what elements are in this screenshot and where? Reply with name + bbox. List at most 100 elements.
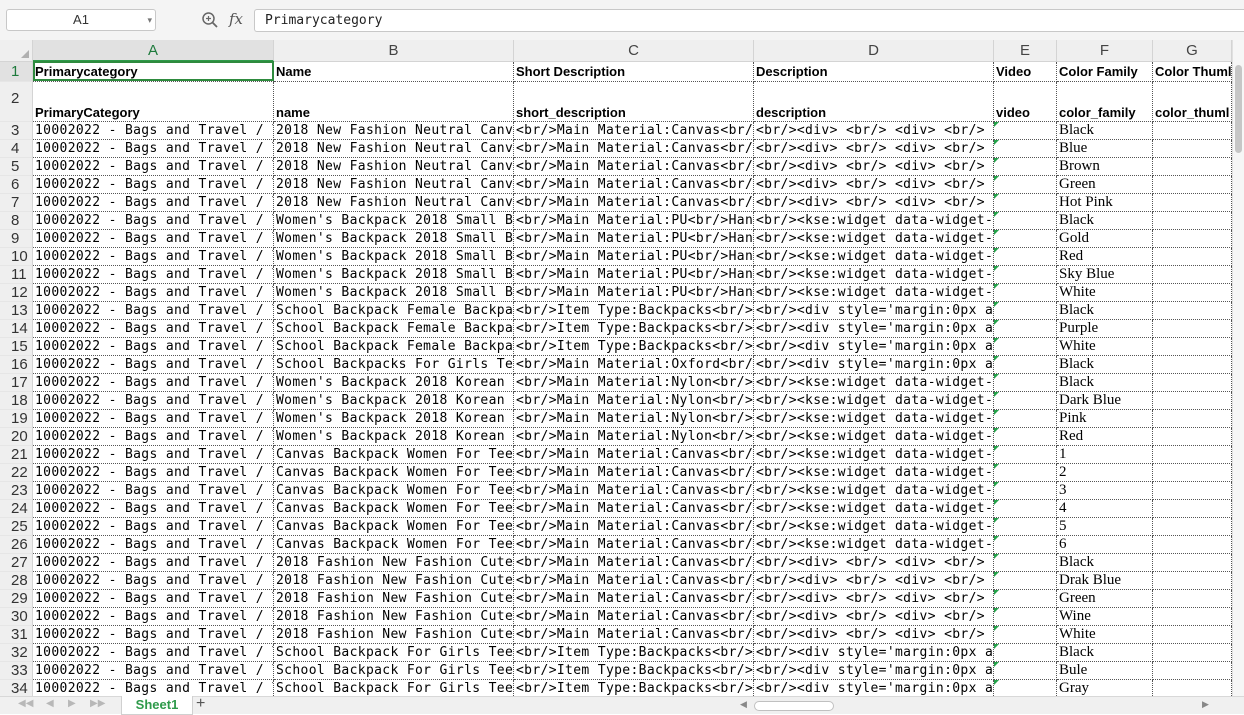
- cell-a23[interactable]: 10002022 - Bags and Travel / T: [33, 482, 274, 500]
- cell-e29[interactable]: [994, 590, 1057, 608]
- cell-g21[interactable]: [1153, 446, 1232, 464]
- cell-f30[interactable]: Wine: [1057, 608, 1153, 626]
- cell-b2[interactable]: name: [274, 82, 514, 122]
- cell-c5[interactable]: <br/>Main Material:Canvas<br/>: [514, 158, 754, 176]
- cell-c22[interactable]: <br/>Main Material:Canvas<br/>: [514, 464, 754, 482]
- row-header-26[interactable]: 26: [0, 536, 33, 554]
- cell-b17[interactable]: Women's Backpack 2018 Korean F: [274, 374, 514, 392]
- cell-f18[interactable]: Dark Blue: [1057, 392, 1153, 410]
- row-header-28[interactable]: 28: [0, 572, 33, 590]
- cell-f19[interactable]: Pink: [1057, 410, 1153, 428]
- row-header-3[interactable]: 3: [0, 122, 33, 140]
- row-header-8[interactable]: 8: [0, 212, 33, 230]
- cell-f7[interactable]: Hot Pink: [1057, 194, 1153, 212]
- row-header-24[interactable]: 24: [0, 500, 33, 518]
- cell-a19[interactable]: 10002022 - Bags and Travel / T: [33, 410, 274, 428]
- cell-a25[interactable]: 10002022 - Bags and Travel / T: [33, 518, 274, 536]
- cell-c13[interactable]: <br/>Item Type:Backpacks<br/>M: [514, 302, 754, 320]
- cell-e15[interactable]: [994, 338, 1057, 356]
- row-header-25[interactable]: 25: [0, 518, 33, 536]
- cell-d2[interactable]: description: [754, 82, 994, 122]
- cell-c15[interactable]: <br/>Item Type:Backpacks<br/>M: [514, 338, 754, 356]
- column-header-f[interactable]: F: [1057, 40, 1153, 62]
- cell-d5[interactable]: <br/><div> <br/> <div> <br/>: [754, 158, 994, 176]
- cell-f16[interactable]: Black: [1057, 356, 1153, 374]
- cell-g3[interactable]: [1153, 122, 1232, 140]
- cell-d24[interactable]: <br/><kse:widget data-widget-t: [754, 500, 994, 518]
- cell-a18[interactable]: 10002022 - Bags and Travel / T: [33, 392, 274, 410]
- cell-a17[interactable]: 10002022 - Bags and Travel / T: [33, 374, 274, 392]
- cell-g33[interactable]: [1153, 662, 1232, 680]
- cell-a28[interactable]: 10002022 - Bags and Travel / T: [33, 572, 274, 590]
- row-header-11[interactable]: 11: [0, 266, 33, 284]
- cell-d34[interactable]: <br/><div style='margin:0px au: [754, 680, 994, 696]
- scroll-right-icon[interactable]: ▶: [1202, 699, 1209, 710]
- cell-a9[interactable]: 10002022 - Bags and Travel / T: [33, 230, 274, 248]
- row-header-16[interactable]: 16: [0, 356, 33, 374]
- cell-d9[interactable]: <br/><kse:widget data-widget-t: [754, 230, 994, 248]
- cell-c6[interactable]: <br/>Main Material:Canvas<br/>: [514, 176, 754, 194]
- cell-c20[interactable]: <br/>Main Material:Nylon<br/>D: [514, 428, 754, 446]
- row-header-29[interactable]: 29: [0, 590, 33, 608]
- cell-d26[interactable]: <br/><kse:widget data-widget-t: [754, 536, 994, 554]
- cell-e25[interactable]: [994, 518, 1057, 536]
- cell-d20[interactable]: <br/><kse:widget data-widget-t: [754, 428, 994, 446]
- cell-g24[interactable]: [1153, 500, 1232, 518]
- cell-e19[interactable]: [994, 410, 1057, 428]
- cell-b33[interactable]: School Backpack For Girls Teen: [274, 662, 514, 680]
- cell-f10[interactable]: Red: [1057, 248, 1153, 266]
- cell-a13[interactable]: 10002022 - Bags and Travel / T: [33, 302, 274, 320]
- cell-a27[interactable]: 10002022 - Bags and Travel / T: [33, 554, 274, 572]
- cell-c7[interactable]: <br/>Main Material:Canvas<br/>: [514, 194, 754, 212]
- cell-c2[interactable]: short_description: [514, 82, 754, 122]
- cell-c3[interactable]: <br/>Main Material:Canvas<br/>: [514, 122, 754, 140]
- cell-d15[interactable]: <br/><div style='margin:0px au: [754, 338, 994, 356]
- cell-a30[interactable]: 10002022 - Bags and Travel / T: [33, 608, 274, 626]
- horizontal-scroll-thumb[interactable]: [754, 701, 834, 711]
- cell-e22[interactable]: [994, 464, 1057, 482]
- first-sheet-icon[interactable]: ◀◀: [18, 698, 33, 709]
- cell-c24[interactable]: <br/>Main Material:Canvas<br/>: [514, 500, 754, 518]
- cell-b14[interactable]: School Backpack Female Backpac: [274, 320, 514, 338]
- cell-d11[interactable]: <br/><kse:widget data-widget-t: [754, 266, 994, 284]
- row-header-12[interactable]: 12: [0, 284, 33, 302]
- cell-g9[interactable]: [1153, 230, 1232, 248]
- vertical-scrollbar[interactable]: [1232, 40, 1244, 696]
- cell-d6[interactable]: <br/><div> <br/> <div> <br/>: [754, 176, 994, 194]
- cell-g31[interactable]: [1153, 626, 1232, 644]
- cell-c26[interactable]: <br/>Main Material:Canvas<br/>: [514, 536, 754, 554]
- cell-g29[interactable]: [1153, 590, 1232, 608]
- cell-b31[interactable]: 2018 Fashion New Fashion Cute: [274, 626, 514, 644]
- cell-e31[interactable]: [994, 626, 1057, 644]
- cell-e4[interactable]: [994, 140, 1057, 158]
- cell-a1[interactable]: Primarycategory: [33, 62, 274, 82]
- cell-e27[interactable]: [994, 554, 1057, 572]
- cell-b9[interactable]: Women's Backpack 2018 Small Ba: [274, 230, 514, 248]
- cell-b28[interactable]: 2018 Fashion New Fashion Cute: [274, 572, 514, 590]
- cell-e32[interactable]: [994, 644, 1057, 662]
- row-header-15[interactable]: 15: [0, 338, 33, 356]
- cell-c4[interactable]: <br/>Main Material:Canvas<br/>: [514, 140, 754, 158]
- cell-b27[interactable]: 2018 Fashion New Fashion Cute: [274, 554, 514, 572]
- cell-e12[interactable]: [994, 284, 1057, 302]
- cell-d3[interactable]: <br/><div> <br/> <div> <br/>: [754, 122, 994, 140]
- cell-e1[interactable]: Video: [994, 62, 1057, 82]
- cell-f26[interactable]: 6: [1057, 536, 1153, 554]
- cell-d21[interactable]: <br/><kse:widget data-widget-t: [754, 446, 994, 464]
- cell-f22[interactable]: 2: [1057, 464, 1153, 482]
- cell-a14[interactable]: 10002022 - Bags and Travel / T: [33, 320, 274, 338]
- column-header-c[interactable]: C: [514, 40, 754, 62]
- next-sheet-icon[interactable]: ▶: [68, 698, 76, 709]
- cell-f32[interactable]: Black: [1057, 644, 1153, 662]
- cell-f6[interactable]: Green: [1057, 176, 1153, 194]
- cell-f34[interactable]: Gray: [1057, 680, 1153, 696]
- cell-b10[interactable]: Women's Backpack 2018 Small Ba: [274, 248, 514, 266]
- cell-a11[interactable]: 10002022 - Bags and Travel / T: [33, 266, 274, 284]
- sheet-tab-sheet1[interactable]: Sheet1: [121, 696, 193, 715]
- row-header-34[interactable]: 34: [0, 680, 33, 696]
- cell-b6[interactable]: 2018 New Fashion Neutral Canva: [274, 176, 514, 194]
- cell-d8[interactable]: <br/><kse:widget data-widget-t: [754, 212, 994, 230]
- cell-f14[interactable]: Purple: [1057, 320, 1153, 338]
- cell-c34[interactable]: <br/>Item Type:Backpacks<br/>M: [514, 680, 754, 696]
- cell-e6[interactable]: [994, 176, 1057, 194]
